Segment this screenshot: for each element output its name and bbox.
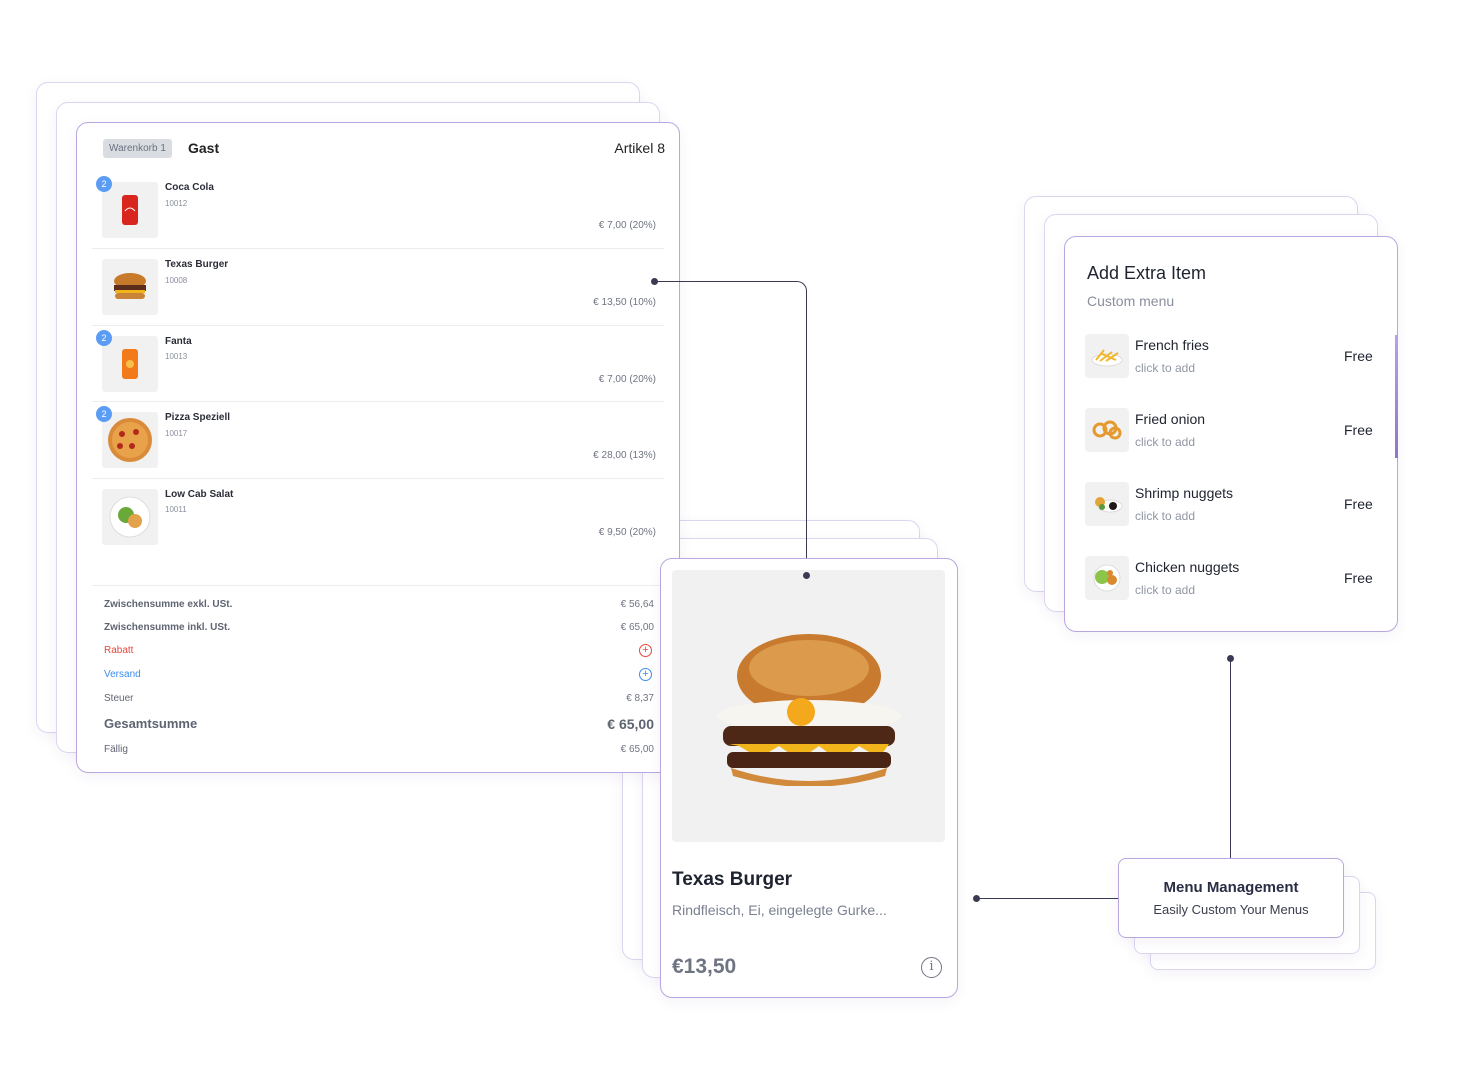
fries-icon: [1085, 334, 1129, 378]
due-label: Fällig: [104, 744, 128, 755]
add-shipping-icon[interactable]: +: [639, 668, 652, 681]
subtotal-excl-label: Zwischensumme exkl. USt.: [104, 599, 233, 610]
product-price: €13,50: [672, 955, 737, 978]
extra-item-action: click to add: [1135, 583, 1196, 597]
quantity-badge: 2: [96, 176, 112, 192]
tax-value: € 8,37: [626, 693, 654, 704]
extra-item-name: Shrimp nuggets: [1135, 485, 1234, 501]
extra-item-action: click to add: [1135, 361, 1196, 375]
item-price: € 9,50 (20%): [598, 527, 656, 538]
item-name: Texas Burger: [165, 259, 229, 270]
product-name: Texas Burger: [672, 869, 793, 890]
extra-item-name: Chicken nuggets: [1135, 559, 1240, 575]
divider: [92, 401, 664, 402]
cola-can-icon: [102, 182, 158, 238]
add-discount-icon[interactable]: +: [639, 644, 652, 657]
item-name: Pizza Speziell: [165, 412, 231, 423]
extra-item-price: Free: [1344, 348, 1373, 364]
divider: [92, 325, 664, 326]
connector-line: [976, 898, 1118, 899]
item-count: Artikel 8: [614, 140, 665, 156]
item-price: € 13,50 (10%): [593, 297, 656, 308]
item-code: 10017: [165, 429, 188, 438]
item-code: 10013: [165, 352, 188, 361]
shipping-label: Versand: [104, 669, 141, 680]
item-name: Coca Cola: [165, 182, 214, 193]
item-code: 10008: [165, 276, 188, 285]
info-icon[interactable]: i: [921, 957, 942, 978]
salad-icon: [102, 489, 158, 545]
extra-item-price: Free: [1344, 496, 1373, 512]
burger-image: [672, 570, 945, 842]
connector-line: [1230, 658, 1231, 858]
pizza-icon: [102, 412, 158, 468]
quantity-badge: 2: [96, 330, 112, 346]
onion-rings-icon: [1085, 408, 1129, 452]
burger-icon: [102, 259, 158, 315]
extra-item-price: Free: [1344, 570, 1373, 586]
scrollbar-thumb[interactable]: [1395, 335, 1398, 458]
discount-label: Rabatt: [104, 645, 134, 656]
fanta-can-icon: [102, 336, 158, 392]
feature-subtitle: Easily Custom Your Menus: [1153, 902, 1309, 917]
extra-item-action: click to add: [1135, 435, 1196, 449]
total-label: Gesamtsumme: [104, 716, 198, 731]
extra-item-name: Fried onion: [1135, 411, 1206, 427]
feature-title: Menu Management: [1163, 879, 1299, 896]
quantity-badge: 2: [96, 406, 112, 422]
divider: [92, 248, 664, 249]
product-description: Rindfleisch, Ei, eingelegte Gurke...: [672, 902, 887, 918]
subtotal-incl-label: Zwischensumme inkl. USt.: [104, 622, 231, 633]
divider: [92, 478, 664, 479]
item-code: 10011: [165, 505, 187, 514]
customer-name: Gast: [188, 140, 220, 156]
subtotal-excl-value: € 56,64: [620, 599, 654, 610]
due-value: € 65,00: [620, 744, 654, 755]
item-name: Low Cab Salat: [165, 489, 234, 500]
cart-tag[interactable]: Warenkorb 1: [103, 139, 172, 158]
shrimp-icon: [1085, 482, 1129, 526]
extra-item-price: Free: [1344, 422, 1373, 438]
item-price: € 7,00 (20%): [598, 374, 656, 385]
feature-card: [1118, 858, 1344, 938]
divider: [92, 585, 664, 586]
extras-title: Add Extra Item: [1087, 263, 1207, 283]
total-value: € 65,00: [607, 716, 654, 732]
item-name: Fanta: [165, 336, 192, 347]
chicken-nuggets-icon: [1085, 556, 1129, 600]
connector-dot: [803, 572, 810, 579]
tax-label: Steuer: [104, 693, 134, 704]
item-price: € 28,00 (13%): [593, 450, 656, 461]
subtotal-incl-value: € 65,00: [620, 622, 654, 633]
extra-item-action: click to add: [1135, 509, 1196, 523]
item-price: € 7,00 (20%): [598, 220, 656, 231]
extras-subtitle: Custom menu: [1087, 293, 1175, 309]
extra-item-name: French fries: [1135, 337, 1209, 353]
item-code: 10012: [165, 199, 188, 208]
connector-line: [654, 281, 807, 577]
